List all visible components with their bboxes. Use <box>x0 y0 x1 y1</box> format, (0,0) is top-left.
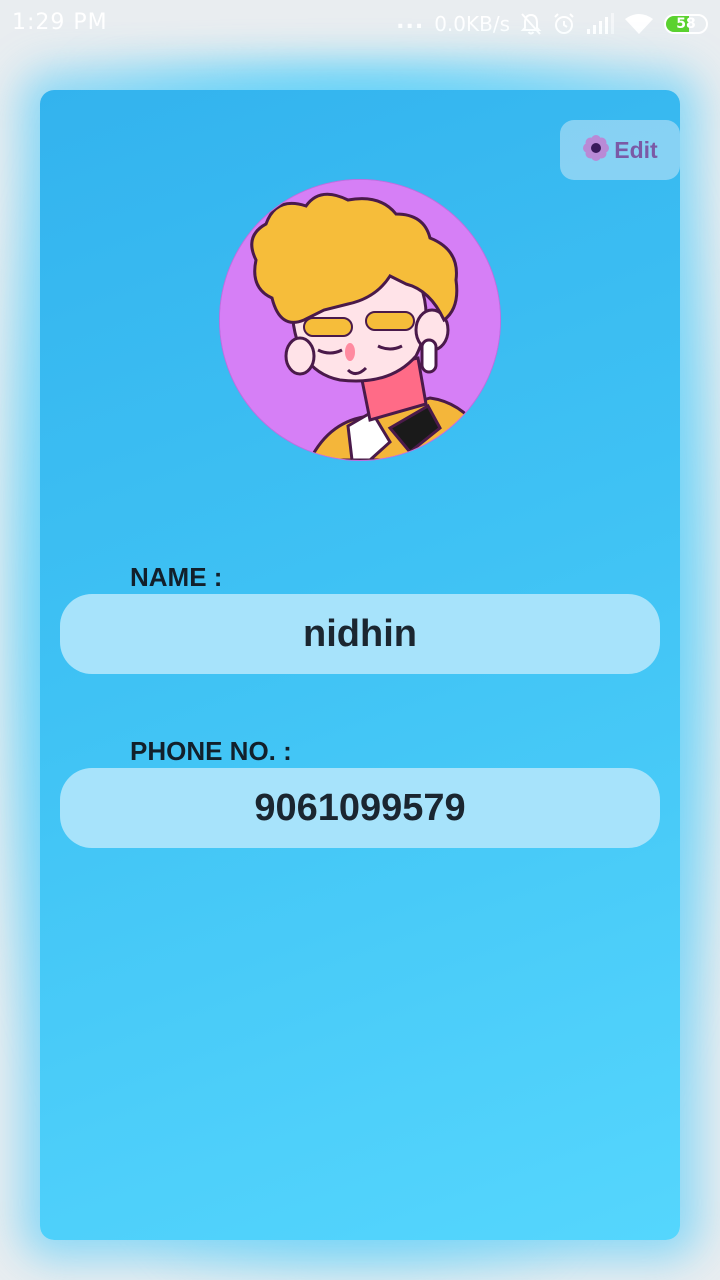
bell-off-icon <box>520 12 542 36</box>
more-notifications-icon: ... <box>396 8 425 34</box>
profile-card: Edit NAME: nidhin PHONE NO.: 906109957… <box>40 90 680 1240</box>
phone-field: 9061099579 <box>60 768 660 848</box>
cartoon-avatar <box>220 180 500 460</box>
phone-value: 9061099579 <box>254 786 466 829</box>
status-icons: ... 0.0KB/s 58 <box>396 9 708 39</box>
edit-label: Edit <box>614 136 658 163</box>
name-label: NAME : <box>130 562 223 592</box>
name-field: nidhin <box>60 594 660 674</box>
status-time: 1:29 PM <box>12 10 108 35</box>
battery-icon: 58 <box>664 14 708 34</box>
alarm-icon <box>552 12 576 36</box>
flower-icon <box>582 134 610 167</box>
avatar[interactable] <box>220 180 500 460</box>
profile-screen: 1:29 PM ... 0.0KB/s 58 Edit NAME: nidhi… <box>0 0 720 1280</box>
edit-button[interactable]: Edit <box>560 120 680 180</box>
battery-level: 58 <box>676 16 696 32</box>
phone-label: PHONE NO. : <box>130 736 292 766</box>
signal-icon <box>586 13 614 35</box>
wifi-icon <box>624 13 654 35</box>
status-bar: 1:29 PM ... 0.0KB/s 58 <box>0 0 720 50</box>
name-value: nidhin <box>303 612 417 655</box>
network-speed: 0.0KB/s <box>434 12 510 36</box>
